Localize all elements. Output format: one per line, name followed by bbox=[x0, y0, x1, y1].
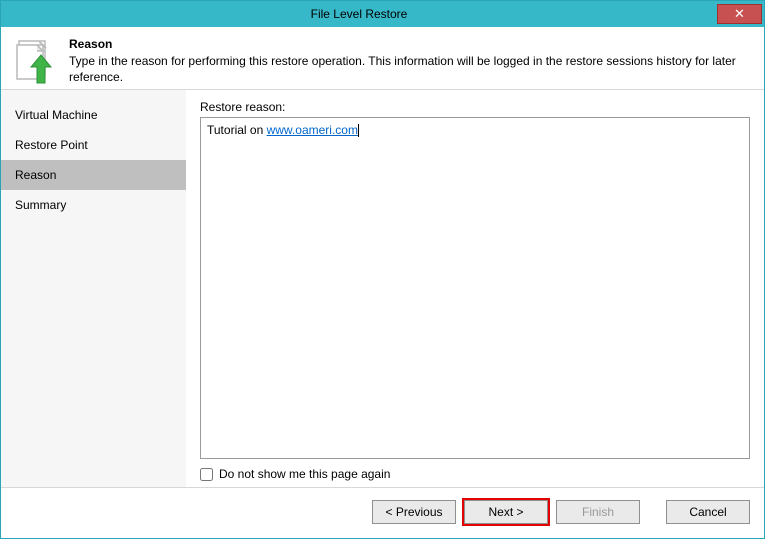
wizard-sidebar: Virtual Machine Restore Point Reason Sum… bbox=[1, 90, 186, 487]
reason-input[interactable]: Tutorial on www.oameri.com bbox=[200, 117, 750, 459]
wizard-footer: < Previous Next > Finish Cancel bbox=[1, 487, 764, 538]
header-text: Reason Type in the reason for performing… bbox=[69, 37, 754, 85]
dont-show-label: Do not show me this page again bbox=[219, 467, 390, 481]
sidebar-item-label: Summary bbox=[15, 198, 66, 212]
window-title: File Level Restore bbox=[1, 7, 717, 21]
sidebar-item-virtual-machine[interactable]: Virtual Machine bbox=[1, 100, 186, 130]
sidebar-item-restore-point[interactable]: Restore Point bbox=[1, 130, 186, 160]
wizard-body: Virtual Machine Restore Point Reason Sum… bbox=[1, 90, 764, 487]
title-bar: File Level Restore ✕ bbox=[1, 1, 764, 27]
header-description: Type in the reason for performing this r… bbox=[69, 53, 754, 85]
cancel-button[interactable]: Cancel bbox=[666, 500, 750, 524]
reason-link[interactable]: www.oameri.com bbox=[267, 123, 358, 137]
close-icon: ✕ bbox=[734, 6, 745, 22]
button-gap bbox=[648, 500, 658, 524]
dont-show-checkbox-row[interactable]: Do not show me this page again bbox=[200, 467, 750, 481]
sidebar-item-summary[interactable]: Summary bbox=[1, 190, 186, 220]
next-button[interactable]: Next > bbox=[464, 500, 548, 524]
wizard-window: File Level Restore ✕ Reason Type in the … bbox=[0, 0, 765, 539]
sidebar-item-label: Reason bbox=[15, 168, 56, 182]
dont-show-checkbox[interactable] bbox=[200, 468, 213, 481]
text-caret bbox=[358, 124, 359, 137]
wizard-main: Restore reason: Tutorial on www.oameri.c… bbox=[186, 90, 764, 487]
previous-button[interactable]: < Previous bbox=[372, 500, 456, 524]
sidebar-item-reason[interactable]: Reason bbox=[1, 160, 186, 190]
close-button[interactable]: ✕ bbox=[717, 4, 762, 24]
restore-icon bbox=[11, 37, 59, 85]
reason-text-prefix: Tutorial on bbox=[207, 123, 267, 137]
sidebar-item-label: Virtual Machine bbox=[15, 108, 98, 122]
header-title: Reason bbox=[69, 37, 754, 51]
wizard-header: Reason Type in the reason for performing… bbox=[1, 27, 764, 90]
finish-button[interactable]: Finish bbox=[556, 500, 640, 524]
reason-label: Restore reason: bbox=[200, 100, 750, 114]
sidebar-item-label: Restore Point bbox=[15, 138, 88, 152]
